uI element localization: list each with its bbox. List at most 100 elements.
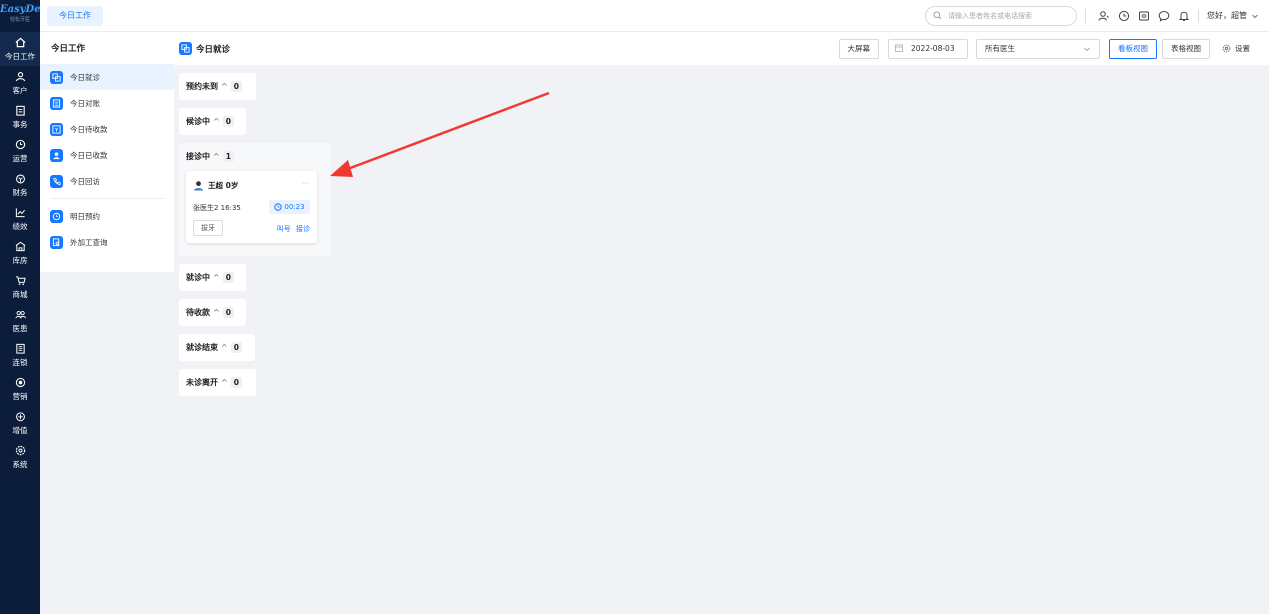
rail-item-chain[interactable]: 连锁 bbox=[0, 338, 40, 372]
sidebar-item-today-reconcile[interactable]: 今日对账 bbox=[40, 90, 174, 116]
column-pending-payment[interactable]: 待收款 ^ 0 bbox=[179, 299, 246, 326]
column-finished[interactable]: 就诊结束 ^ 0 bbox=[179, 334, 255, 361]
patient-search-input[interactable]: 请输入患者姓名或电话搜索 bbox=[925, 5, 1077, 26]
sidebar-item-label: 今日待收款 bbox=[70, 124, 108, 134]
sidebar-item-today-followup[interactable]: 今日回访 bbox=[40, 168, 174, 194]
column-header: 待收款 ^ 0 bbox=[179, 299, 246, 325]
chevron-up-icon[interactable]: ^ bbox=[221, 343, 228, 352]
column-title: 接诊中 bbox=[186, 151, 210, 161]
date-value: 2022-08-03 bbox=[911, 44, 955, 53]
notes-icon[interactable] bbox=[1137, 9, 1151, 23]
greeting-text: 您好，超管 bbox=[1207, 11, 1247, 20]
rail-item-finance[interactable]: 财务 bbox=[0, 168, 40, 202]
user-search-icon[interactable] bbox=[1097, 9, 1111, 23]
rail-item-marketing[interactable]: 营销 bbox=[0, 372, 40, 406]
sidebar-item-tomorrow-appointments[interactable]: 明日预约 bbox=[40, 203, 174, 229]
gear-icon bbox=[1222, 44, 1231, 53]
divider bbox=[1085, 8, 1086, 23]
rail-label: 商城 bbox=[12, 289, 28, 299]
chevron-up-icon[interactable]: ^ bbox=[213, 152, 220, 161]
user-menu[interactable]: 您好，超管 bbox=[1207, 10, 1259, 21]
rail-label: 医患 bbox=[12, 323, 28, 333]
sidebar-item-today-visits[interactable]: 今日就诊 bbox=[40, 64, 174, 90]
add-schedule-icon[interactable] bbox=[1117, 9, 1131, 23]
column-left-untreated[interactable]: 未诊离开 ^ 0 bbox=[179, 369, 256, 396]
more-icon[interactable]: ··· bbox=[301, 179, 309, 188]
chevron-up-icon[interactable]: ^ bbox=[213, 308, 220, 317]
settings-button[interactable]: 设置 bbox=[1222, 43, 1250, 54]
phone-icon bbox=[50, 174, 63, 188]
rail-item-system[interactable]: 系统 bbox=[0, 440, 40, 474]
column-title: 就诊结束 bbox=[186, 342, 218, 352]
sidebar-item-external-processing[interactable]: 外加工查询 bbox=[40, 229, 174, 255]
column-title: 未诊离开 bbox=[186, 377, 218, 387]
rail-label: 运营 bbox=[12, 153, 28, 163]
left-rail: EasyDent 轻松牙医 今日工作 客户 事务 运营 财务 绩效 库房 商城 … bbox=[0, 0, 40, 614]
page-title-text: 今日就诊 bbox=[196, 44, 231, 55]
kanban-view-button[interactable]: 看板视图 bbox=[1109, 38, 1157, 59]
column-count: 0 bbox=[230, 341, 242, 353]
patient-avatar-icon bbox=[193, 181, 204, 191]
chevron-down-icon bbox=[1252, 14, 1258, 18]
sidebar-item-pending-payment[interactable]: 今日待收款 bbox=[40, 116, 174, 142]
sidebar-item-label: 外加工查询 bbox=[70, 237, 108, 247]
column-title: 待收款 bbox=[186, 307, 210, 317]
doctor-select[interactable]: 所有医生 bbox=[976, 38, 1100, 59]
main-header: 今日就诊 大屏幕 2022-08-03 所有医生 看板视图 表格视图 设置 bbox=[174, 32, 1269, 65]
sidebar-item-received-payment[interactable]: 今日已收款 bbox=[40, 142, 174, 168]
search-placeholder: 请输入患者姓名或电话搜索 bbox=[948, 11, 1032, 20]
rail-item-value-added[interactable]: 增值 bbox=[0, 406, 40, 440]
rail-item-mall[interactable]: 商城 bbox=[0, 270, 40, 304]
people-icon bbox=[14, 309, 26, 321]
table-view-button[interactable]: 表格视图 bbox=[1162, 38, 1210, 59]
column-count: 0 bbox=[222, 271, 234, 283]
app-logo[interactable]: EasyDent 轻松牙医 bbox=[0, 0, 40, 32]
column-count: 0 bbox=[230, 376, 242, 388]
column-waiting[interactable]: 候诊中 ^ 0 bbox=[179, 108, 246, 135]
target-icon bbox=[14, 377, 26, 389]
chat-icon[interactable] bbox=[1157, 9, 1171, 23]
receive-patient-link[interactable]: 接诊 bbox=[296, 225, 310, 233]
column-count: 1 bbox=[222, 150, 234, 162]
patient-name: 王超 0岁 bbox=[208, 181, 239, 190]
timer-value: 00:23 bbox=[284, 203, 305, 211]
tab-today-work[interactable]: 今日工作 bbox=[47, 5, 103, 26]
doctor-select-value: 所有医生 bbox=[985, 44, 1015, 53]
column-not-arrived[interactable]: 预约未到 ^ 0 bbox=[179, 73, 256, 100]
column-receiving[interactable]: 接诊中 ^ 1 王超 0岁 ··· 张医生2 16:35 00:23 拔牙 叫号… bbox=[179, 143, 331, 256]
user-icon bbox=[14, 71, 26, 83]
brand-name: EasyDent bbox=[0, 4, 40, 15]
rail-item-doctor-patient[interactable]: 医患 bbox=[0, 304, 40, 338]
visits-icon bbox=[50, 70, 63, 84]
chevron-up-icon[interactable]: ^ bbox=[213, 273, 220, 282]
rail-item-operations[interactable]: 运营 bbox=[0, 134, 40, 168]
chevron-up-icon[interactable]: ^ bbox=[213, 117, 220, 126]
call-number-link[interactable]: 叫号 bbox=[277, 225, 291, 233]
chevron-up-icon[interactable]: ^ bbox=[221, 82, 228, 91]
bigscreen-button[interactable]: 大屏幕 bbox=[838, 38, 879, 59]
date-picker[interactable]: 2022-08-03 bbox=[888, 38, 968, 59]
calendar-icon bbox=[50, 209, 63, 223]
column-count: 0 bbox=[222, 306, 234, 318]
building-icon bbox=[14, 343, 26, 355]
column-in-treatment[interactable]: 就诊中 ^ 0 bbox=[179, 264, 246, 291]
rail-item-today[interactable]: 今日工作 bbox=[0, 32, 40, 66]
rail-item-customer[interactable]: 客户 bbox=[0, 66, 40, 100]
page-title: 今日就诊 bbox=[179, 42, 230, 55]
column-header: 就诊中 ^ 0 bbox=[179, 264, 246, 290]
rail-label: 客户 bbox=[12, 85, 28, 95]
rail-item-warehouse[interactable]: 库房 bbox=[0, 236, 40, 270]
sidebar-item-label: 今日回访 bbox=[70, 176, 100, 186]
bell-icon[interactable] bbox=[1177, 9, 1191, 23]
home-icon bbox=[14, 37, 26, 49]
rail-label: 事务 bbox=[12, 119, 28, 129]
rail-item-performance[interactable]: 绩效 bbox=[0, 202, 40, 236]
chevron-up-icon[interactable]: ^ bbox=[221, 378, 228, 387]
brand-subtitle: 轻松牙医 bbox=[9, 17, 30, 23]
column-title: 候诊中 bbox=[186, 116, 210, 126]
sidebar-item-label: 明日预约 bbox=[70, 211, 100, 221]
patient-card[interactable]: 王超 0岁 ··· 张医生2 16:35 00:23 拔牙 叫号 接诊 bbox=[186, 171, 317, 243]
sidebar-title: 今日工作 bbox=[51, 44, 86, 54]
received-payment-icon bbox=[50, 148, 63, 162]
rail-item-affairs[interactable]: 事务 bbox=[0, 100, 40, 134]
